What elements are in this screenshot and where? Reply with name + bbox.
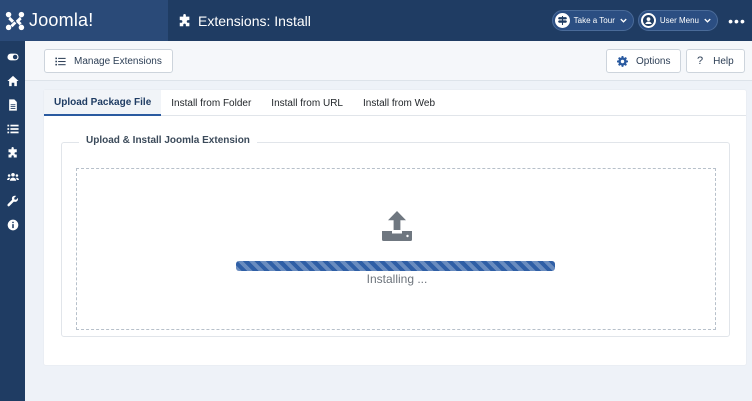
user-menu-button[interactable]: User Menu bbox=[637, 10, 718, 31]
install-status: Installing ... bbox=[366, 272, 428, 286]
options-label: Options bbox=[636, 55, 671, 67]
users-icon[interactable] bbox=[0, 165, 25, 189]
home-icon[interactable] bbox=[0, 69, 25, 93]
upload-fieldset: Upload & Install Joomla Extension Instal… bbox=[61, 135, 730, 337]
chevron-down-icon bbox=[704, 18, 711, 23]
toolbar: Manage Extensions Options ? Help bbox=[25, 41, 752, 81]
puzzle-icon bbox=[179, 13, 190, 26]
wrench-icon[interactable] bbox=[0, 189, 25, 213]
brand-name: Joomla! bbox=[29, 10, 94, 30]
puzzle-icon[interactable] bbox=[0, 141, 25, 165]
fieldset-legend: Upload & Install Joomla Extension bbox=[79, 135, 257, 146]
header-actions: Take a Tour User Menu ••• bbox=[551, 0, 752, 41]
install-card: Upload Package File Install from Folder … bbox=[44, 90, 746, 365]
help-label: Help bbox=[713, 55, 734, 67]
page-heading: Extensions: Install bbox=[178, 13, 311, 29]
user-menu-label: User Menu bbox=[659, 16, 699, 25]
more-menu-button[interactable]: ••• bbox=[722, 0, 752, 41]
install-tabs: Upload Package File Install from Folder … bbox=[44, 90, 746, 116]
options-button[interactable]: Options bbox=[606, 49, 682, 73]
manage-extensions-label: Manage Extensions bbox=[74, 55, 162, 67]
tab-install-from-folder[interactable]: Install from Folder bbox=[161, 90, 261, 116]
help-button[interactable]: ? Help bbox=[686, 49, 745, 73]
toggle-icon[interactable] bbox=[0, 45, 25, 69]
info-icon[interactable] bbox=[0, 213, 25, 237]
signpost-icon bbox=[554, 13, 570, 28]
progress-fill bbox=[236, 261, 555, 271]
joomla-logo-icon bbox=[5, 11, 25, 30]
document-icon[interactable] bbox=[0, 93, 25, 117]
install-progress-bar bbox=[236, 261, 555, 271]
list-icon[interactable] bbox=[0, 117, 25, 141]
list-icon bbox=[55, 57, 66, 65]
take-tour-label: Take a Tour bbox=[573, 16, 615, 25]
page-title: Extensions: Install bbox=[198, 12, 311, 29]
user-icon bbox=[640, 13, 656, 28]
upload-icon bbox=[382, 211, 412, 241]
chevron-down-icon bbox=[620, 18, 627, 23]
upload-dropzone[interactable]: Installing ... bbox=[76, 168, 716, 330]
question-icon: ? bbox=[697, 55, 704, 67]
manage-extensions-button[interactable]: Manage Extensions bbox=[44, 49, 173, 73]
tab-install-from-url[interactable]: Install from URL bbox=[261, 90, 353, 116]
gear-icon bbox=[617, 55, 628, 67]
take-tour-button[interactable]: Take a Tour bbox=[551, 10, 634, 31]
sidebar bbox=[0, 41, 25, 401]
tab-upload-package-file[interactable]: Upload Package File bbox=[44, 90, 162, 116]
joomla-logo[interactable]: Joomla! bbox=[0, 0, 168, 41]
top-header: Joomla! Extensions: Install Take a Tour … bbox=[0, 0, 752, 41]
tab-install-from-web[interactable]: Install from Web bbox=[353, 90, 445, 116]
